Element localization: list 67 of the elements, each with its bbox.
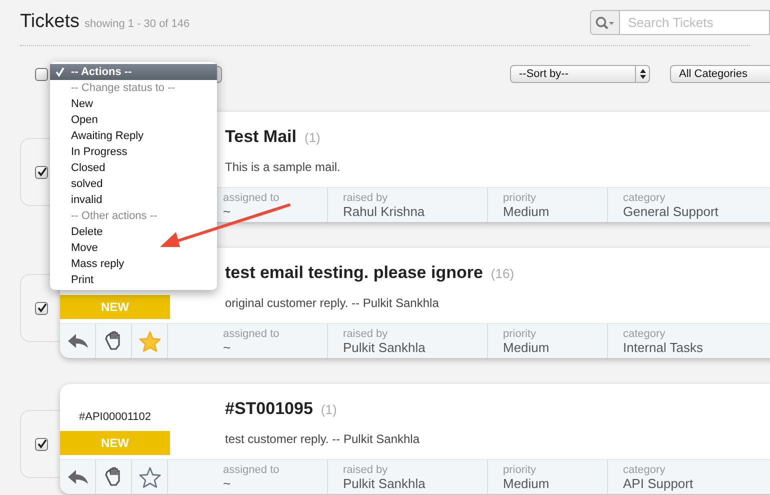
checkbox[interactable] [35,166,48,178]
ticket-title[interactable]: test email testing. please ignore [225,260,483,286]
star-icon[interactable] [138,466,160,488]
ticket-preview: test customer reply. -- Pulkit Sankhla [225,430,420,448]
field-value: ~ [223,340,232,354]
field-label: raised by [343,192,389,204]
field-label: raised by [343,328,389,340]
checkbox[interactable] [35,302,48,314]
search-field[interactable]: Search Tickets [620,10,770,35]
page-title: Tickets [20,10,80,34]
field-label: priority [503,192,538,204]
updown-icon [640,69,646,79]
checkmark-icon [55,67,65,77]
checkbox[interactable] [35,438,48,450]
menu-item[interactable]: Closed [50,160,217,176]
field-value: Pulkit Sankhla [343,340,426,354]
field-label: category [623,328,666,340]
reply-count: (1) [304,129,320,147]
menu-item[interactable]: solved [50,176,217,192]
field-value: Medium [503,204,550,218]
menu-item[interactable]: In Progress [50,144,217,160]
sort-select[interactable]: --Sort by-- [510,65,650,83]
field-value: Pulkit Sankhla [343,476,426,490]
field-label: assigned to [223,192,280,204]
ticket-preview: This is a sample mail. [225,158,340,176]
category-select[interactable]: All Categories [670,65,770,83]
menu-item[interactable]: Delete [50,224,217,240]
menu-item[interactable]: New [50,96,217,112]
search-icon [595,16,615,30]
field-value: Medium [503,340,550,354]
status-badge: NEW [60,295,170,319]
ticket-title[interactable]: #ST001095 [225,396,313,422]
field-value: API Support [623,476,694,490]
reply-count: (1) [320,401,337,419]
menu-item[interactable]: -- Actions -- [50,64,217,80]
menu-item[interactable]: Open [50,112,217,128]
field-value: ~ [223,476,232,490]
status-badge: NEW [60,431,170,455]
reply-icon[interactable] [66,333,88,349]
field-label: category [623,464,666,476]
menu-item[interactable]: Print [50,272,217,288]
menu-item[interactable]: Awaiting Reply [50,128,217,144]
ticket-title[interactable]: Test Mail [225,124,296,150]
field-label: priority [503,464,538,476]
field-label: priority [503,328,538,340]
field-value: Medium [503,476,550,490]
field-value: Internal Tasks [623,340,704,354]
field-label: category [623,192,666,204]
menu-item[interactable]: Mass reply [50,256,217,272]
checkbox[interactable] [35,68,48,80]
reply-icon[interactable] [66,469,88,485]
reply-count: (16) [490,265,514,283]
field-value: General Support [623,204,720,218]
field-value: ~ [223,204,232,218]
menu-group-label: -- Change status to -- [70,80,176,96]
menu-item[interactable]: invalid [50,192,217,208]
star-icon[interactable] [138,330,160,352]
ticket-preview: original customer reply. -- Pulkit Sankhla [225,294,440,312]
ticket-count: showing 1 - 30 of 146 [84,17,190,32]
field-value: Rahul Krishna [343,204,426,218]
menu-group-label: -- Other actions -- [70,208,158,224]
field-label: raised by [343,464,389,476]
ticket-id: #API00001102 [78,410,152,424]
field-label: assigned to [223,464,280,476]
menu-item[interactable]: Move [50,240,217,256]
field-label: assigned to [223,328,280,340]
search-options-button[interactable] [590,10,620,35]
